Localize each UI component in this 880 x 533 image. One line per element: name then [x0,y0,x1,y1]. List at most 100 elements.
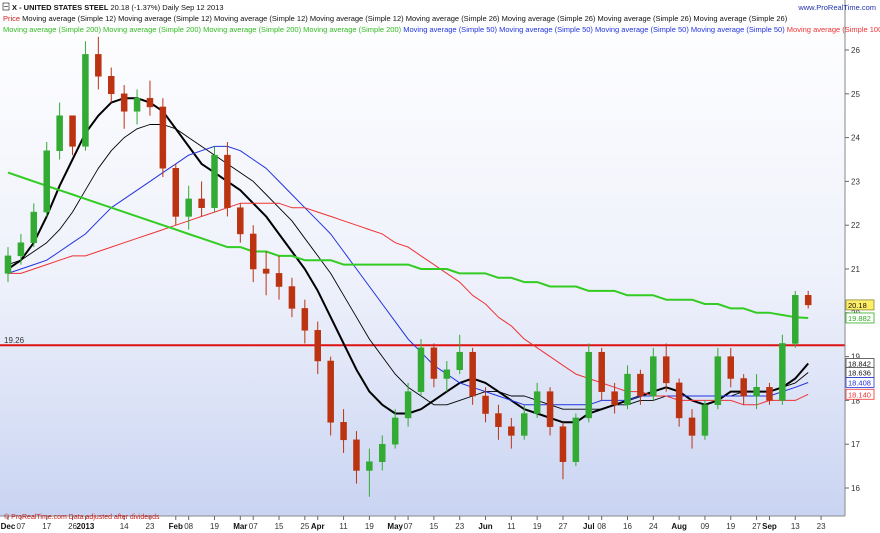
candle [469,347,476,405]
header-indicators-2-item: Moving average (Simple 100) [785,25,880,34]
header-indicators-2-item: Moving average (Simple 200) [3,25,101,34]
candle-body [753,387,760,397]
x-tick-label: 07 [249,522,258,531]
x-tick-label: 25 [300,522,309,531]
candle-body [430,347,438,379]
candle-body [211,154,218,208]
header-title-item: Daily [160,3,179,12]
chart-canvas: 19.26 2625242322212019181716 Dec07172620… [0,0,880,531]
y-tick-label: 26 [851,46,860,55]
x-tick-label: 11 [507,522,516,531]
candle-body [456,351,463,370]
x-tick-label: 07 [404,522,413,531]
candle-body [249,233,257,270]
candle-body [43,150,50,213]
candle-body [533,391,541,414]
x-tick-label: 08 [597,522,606,531]
x-tick-label: 19 [533,522,542,531]
candle-body [546,391,554,427]
candle-body [340,422,347,441]
price-tag-label: 18.408 [848,379,871,388]
candle-body [469,351,476,397]
x-tick-label: 07 [16,522,25,531]
candle-body [727,356,734,379]
candle-body [159,106,167,169]
x-tick-label: 15 [275,522,284,531]
candle-body [624,373,631,406]
header-title-item: Sep 12 2013 [179,3,224,12]
candle-body [30,211,38,243]
candle-body [675,382,683,419]
header-indicators-1-item: Moving average (Simple 12) [116,14,212,23]
candle-body [133,97,141,112]
candle [417,339,425,397]
x-tick-label: 17 [42,522,51,531]
candle [159,98,167,178]
candle-body [779,343,786,401]
candle-body [56,115,63,151]
x-tick-label: Jul [583,522,595,531]
x-tick-label: 08 [184,522,193,531]
candle-body [301,308,309,331]
header-title-item: X - UNITED STATES STEEL [12,3,109,12]
candle-body [508,426,515,436]
x-tick-label: 23 [817,522,826,531]
candle-body [353,439,360,471]
candle-body [275,273,283,287]
candle-body [637,373,644,397]
candle-body [598,351,605,392]
x-tick-label: 19 [210,522,219,531]
x-tick-label: Mar [233,522,247,531]
header-indicators-2-item: Moving average (Simple 200) [201,25,302,34]
y-tick-label: 23 [851,177,860,186]
price-tag: 18.636 [845,367,875,378]
candle-body [662,356,670,384]
candle-body [391,417,399,445]
website-label[interactable]: www.ProRealTime.com [797,3,876,12]
header-indicators-1-item: Price [3,14,20,23]
y-tick-label: 21 [851,265,860,274]
price-tag: 20.18 [845,299,875,311]
x-tick-label: 11 [339,522,348,531]
header-indicators-2-item: Moving average (Simple 50) [689,25,785,34]
candle [714,347,722,410]
x-tick-label: Jun [478,522,492,531]
candle-body [172,168,180,217]
price-tag-label: 18.636 [848,369,871,378]
price-tag-label: 18.140 [848,390,871,399]
header-indicators-1-item: Moving average (Simple 26) [500,14,596,23]
candle-body [198,198,205,208]
candle-body [804,295,812,306]
header-indicators-1-item: Moving average (Simple 26) [595,14,691,23]
header-indicators-1-item: Moving average (Simple 26) [691,14,787,23]
x-tick-label: May [387,522,403,531]
x-tick-label: 15 [429,522,438,531]
x-tick-label: 23 [146,522,155,531]
header-indicators-2-item: Moving average (Simple 50) [593,25,689,34]
candle-body [611,391,618,406]
header-indicators-2: Moving average (Simple 200) Moving avera… [3,25,880,34]
candle-body [572,417,580,462]
stock-chart: 19.26 2625242322212019181716 Dec07172620… [0,0,880,533]
candle-body [792,295,799,344]
candle [211,146,218,213]
candle-body [417,347,425,392]
header-indicators-1-item: Moving average (Simple 26) [404,14,500,23]
x-tick-label: 19 [726,522,735,531]
x-tick-label: 27 [559,522,568,531]
candle-body [288,286,296,309]
plot-background [0,0,845,516]
price-tag: 19.882 [845,312,875,324]
candle-body [327,360,334,423]
price-tags: 20.18 19.882 18.84218.63618.408 18.140 [845,299,875,400]
header-title-item: 20.18 (-1.37%) [108,3,160,12]
candle-body [443,369,451,379]
x-tick-label: 16 [623,522,632,531]
x-tick-label: Apr [311,522,325,531]
candle-body [766,387,773,401]
candle-body [224,154,231,208]
x-tick-label: 2013 [77,522,95,531]
header-indicators-1: Price Moving average (Simple 12) Moving … [3,14,788,23]
candle [585,343,593,423]
x-tick-label: 24 [649,522,658,531]
